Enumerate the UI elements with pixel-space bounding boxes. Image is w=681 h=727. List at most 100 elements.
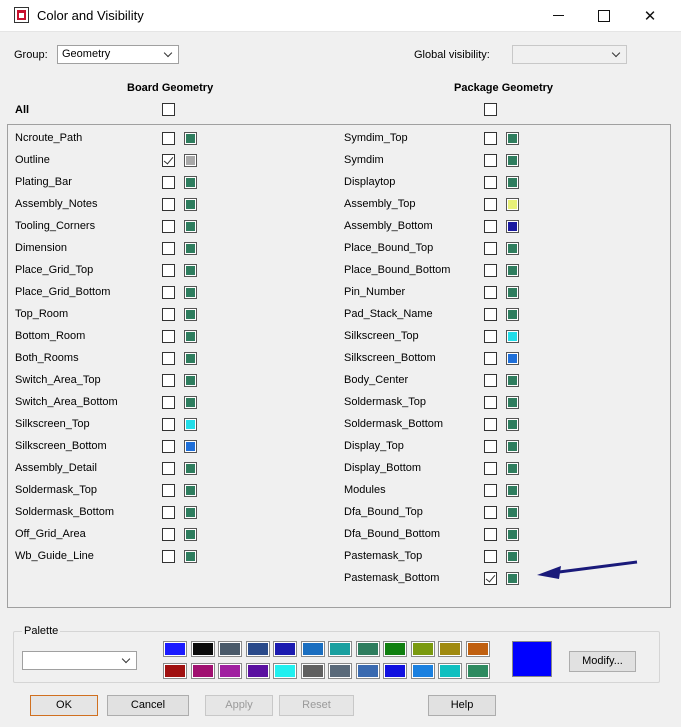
visibility-checkbox[interactable] <box>484 528 497 541</box>
layer-name: Dfa_Bound_Top <box>344 506 423 518</box>
palette-color-cell[interactable] <box>245 663 270 679</box>
visibility-checkbox[interactable] <box>484 308 497 321</box>
palette-color-cell[interactable] <box>410 663 435 679</box>
apply-button[interactable]: Apply <box>205 695 273 716</box>
palette-color-cell[interactable] <box>328 641 352 657</box>
palette-color-cell[interactable] <box>355 641 380 657</box>
layer-row: Dfa_Bound_Bottom <box>7 523 667 545</box>
visibility-checkbox[interactable] <box>484 572 497 585</box>
layer-name: Symdim_Top <box>344 132 408 144</box>
layer-color-swatch[interactable] <box>506 396 519 409</box>
layer-color-swatch[interactable] <box>506 264 519 277</box>
layer-color-swatch[interactable] <box>506 154 519 167</box>
visibility-checkbox[interactable] <box>484 352 497 365</box>
visibility-checkbox[interactable] <box>484 550 497 563</box>
layer-name: Pad_Stack_Name <box>344 308 433 320</box>
layer-color-swatch[interactable] <box>506 484 519 497</box>
visibility-checkbox[interactable] <box>484 176 497 189</box>
palette-color-cell[interactable] <box>163 641 187 657</box>
palette-color-cell[interactable] <box>410 641 435 657</box>
board-all-checkbox[interactable] <box>162 103 175 116</box>
global-visibility-label: Global visibility: <box>414 49 490 61</box>
chevron-down-icon <box>161 46 175 63</box>
minimize-button[interactable] <box>535 0 581 31</box>
close-button[interactable]: ✕ <box>627 0 673 31</box>
layer-color-swatch[interactable] <box>506 220 519 233</box>
palette-color-cell[interactable] <box>355 663 380 679</box>
visibility-checkbox[interactable] <box>484 220 497 233</box>
layer-name: Silkscreen_Top <box>344 330 419 342</box>
visibility-checkbox[interactable] <box>484 154 497 167</box>
palette-color-cell[interactable] <box>273 663 297 679</box>
layer-color-swatch[interactable] <box>506 330 519 343</box>
palette-color-cell[interactable] <box>273 641 297 657</box>
layer-row: Silkscreen_Bottom <box>7 347 667 369</box>
layer-color-swatch[interactable] <box>506 132 519 145</box>
palette-color-cell[interactable] <box>300 641 325 657</box>
layer-name: Assembly_Bottom <box>344 220 433 232</box>
palette-color-cell[interactable] <box>190 641 215 657</box>
global-visibility-select[interactable] <box>512 45 627 64</box>
ok-button[interactable]: OK <box>30 695 98 716</box>
layer-name: Soldermask_Bottom <box>344 418 444 430</box>
palette-color-cell[interactable] <box>163 663 187 679</box>
visibility-checkbox[interactable] <box>484 132 497 145</box>
palette-color-cell[interactable] <box>465 663 490 679</box>
visibility-checkbox[interactable] <box>484 264 497 277</box>
layer-row: Pin_Number <box>7 281 667 303</box>
package-all-checkbox[interactable] <box>484 103 497 116</box>
layer-name: Modules <box>344 484 386 496</box>
layer-color-swatch[interactable] <box>506 352 519 365</box>
reset-button[interactable]: Reset <box>279 695 354 716</box>
layer-color-swatch[interactable] <box>506 418 519 431</box>
palette-color-cell[interactable] <box>328 663 352 679</box>
palette-color-cell[interactable] <box>438 641 462 657</box>
visibility-checkbox[interactable] <box>484 484 497 497</box>
board-geometry-heading: Board Geometry <box>127 82 214 94</box>
layer-name: Assembly_Top <box>344 198 416 210</box>
palette-color-cell[interactable] <box>218 641 242 657</box>
visibility-checkbox[interactable] <box>484 242 497 255</box>
visibility-checkbox[interactable] <box>484 330 497 343</box>
palette-color-cell[interactable] <box>245 641 270 657</box>
palette-color-cell[interactable] <box>300 663 325 679</box>
layer-color-swatch[interactable] <box>506 528 519 541</box>
chevron-down-icon <box>609 46 623 63</box>
maximize-button[interactable] <box>581 0 627 31</box>
visibility-checkbox[interactable] <box>484 462 497 475</box>
visibility-checkbox[interactable] <box>484 198 497 211</box>
palette-color-cell[interactable] <box>190 663 215 679</box>
layer-row: Place_Bound_Bottom <box>7 259 667 281</box>
layer-color-swatch[interactable] <box>506 374 519 387</box>
palette-select[interactable] <box>22 651 137 670</box>
layer-name: Displaytop <box>344 176 396 188</box>
layer-color-swatch[interactable] <box>506 176 519 189</box>
visibility-checkbox[interactable] <box>484 396 497 409</box>
group-select[interactable]: Geometry <box>57 45 179 64</box>
palette-color-cell[interactable] <box>218 663 242 679</box>
layer-color-swatch[interactable] <box>506 462 519 475</box>
visibility-checkbox[interactable] <box>484 418 497 431</box>
palette-color-cell[interactable] <box>383 663 407 679</box>
visibility-checkbox[interactable] <box>484 374 497 387</box>
layer-color-swatch[interactable] <box>506 308 519 321</box>
cancel-button[interactable]: Cancel <box>107 695 189 716</box>
layer-color-swatch[interactable] <box>506 572 519 585</box>
layer-row: Soldermask_Top <box>7 391 667 413</box>
layer-color-swatch[interactable] <box>506 286 519 299</box>
minimize-icon <box>552 15 564 16</box>
visibility-checkbox[interactable] <box>484 440 497 453</box>
palette-color-cell[interactable] <box>383 641 407 657</box>
visibility-checkbox[interactable] <box>484 506 497 519</box>
palette-color-cell[interactable] <box>465 641 490 657</box>
modify-button[interactable]: Modify... <box>569 651 636 672</box>
layer-color-swatch[interactable] <box>506 440 519 453</box>
palette-color-cell[interactable] <box>438 663 462 679</box>
layer-color-swatch[interactable] <box>506 506 519 519</box>
layer-color-swatch[interactable] <box>506 198 519 211</box>
help-button[interactable]: Help <box>428 695 496 716</box>
visibility-checkbox[interactable] <box>484 286 497 299</box>
layer-color-swatch[interactable] <box>506 550 519 563</box>
maximize-icon <box>598 9 610 22</box>
layer-color-swatch[interactable] <box>506 242 519 255</box>
